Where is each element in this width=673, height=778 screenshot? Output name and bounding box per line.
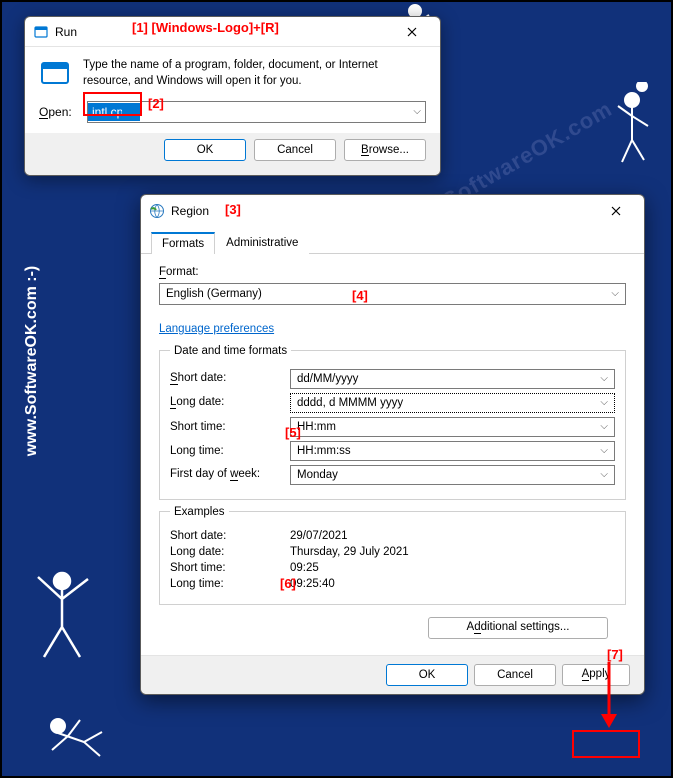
format-label: Format:	[159, 266, 626, 279]
side-watermark: www.SoftwareOK.com :-)	[23, 261, 41, 461]
short-date-label: Short date:	[170, 372, 290, 385]
browse-button[interactable]: Browse...	[344, 139, 426, 161]
close-icon	[611, 206, 621, 216]
chevron-down-icon: ⌵	[600, 445, 608, 456]
annotation-7-box	[572, 730, 640, 758]
chevron-down-icon: ⌵	[600, 421, 608, 432]
examples-fieldset: Examples Short date:29/07/2021 Long date…	[159, 506, 626, 605]
tab-bar: Formats Administrative	[141, 227, 644, 254]
run-button-row: OK Cancel Browse...	[25, 133, 440, 175]
long-time-label: Long time:	[170, 445, 290, 457]
ex-short-time-value: 09:25	[290, 562, 615, 574]
long-date-combobox[interactable]: dddd, d MMMM yyyy⌵	[290, 393, 615, 413]
decorative-figure	[32, 702, 122, 762]
tab-panel-formats: Format: English (Germany) ⌵ Language pre…	[141, 254, 644, 655]
chevron-down-icon: ⌵	[600, 373, 608, 384]
run-body: Type the name of a program, folder, docu…	[25, 47, 440, 97]
long-time-combobox[interactable]: HH:mm:ss⌵	[290, 441, 615, 461]
ex-long-date-value: Thursday, 29 July 2021	[290, 546, 615, 558]
additional-settings-button[interactable]: Additional settings...	[428, 617, 608, 639]
ok-button[interactable]: OK	[164, 139, 246, 161]
close-button[interactable]	[596, 198, 636, 224]
region-dialog-title: Region	[171, 204, 596, 218]
chevron-down-icon: ⌵	[413, 106, 421, 117]
run-body-icon	[39, 57, 73, 91]
ex-short-time-label: Short time:	[170, 562, 290, 574]
short-time-combobox[interactable]: HH:mm⌵	[290, 417, 615, 437]
date-time-formats-fieldset: Date and time formats Short date: dd/MM/…	[159, 345, 626, 500]
close-button[interactable]	[392, 19, 432, 45]
ex-long-time-value: 09:25:40	[290, 578, 615, 590]
language-preferences-link[interactable]: Language preferences	[159, 323, 274, 335]
short-date-combobox[interactable]: dd/MM/yyyy⌵	[290, 369, 615, 389]
first-day-label: First day of week:	[170, 468, 290, 481]
run-dialog: Run Type the name of a program, folder, …	[24, 16, 441, 176]
ok-button[interactable]: OK	[386, 664, 468, 686]
format-combobox[interactable]: English (Germany) ⌵	[159, 283, 626, 305]
close-icon	[407, 27, 417, 37]
decorative-figure	[14, 557, 114, 677]
examples-legend: Examples	[170, 506, 229, 518]
run-titlebar[interactable]: Run	[25, 17, 440, 47]
tab-formats[interactable]: Formats	[151, 232, 215, 254]
region-dialog: Region Formats Administrative Format: En…	[140, 194, 645, 695]
globe-icon	[149, 203, 165, 219]
date-time-formats-legend: Date and time formats	[170, 345, 291, 357]
ex-long-date-label: Long date:	[170, 546, 290, 558]
tab-administrative[interactable]: Administrative	[215, 232, 309, 254]
decorative-figure	[602, 82, 662, 182]
chevron-down-icon: ⌵	[611, 288, 619, 299]
region-footer: OK Cancel Apply	[141, 655, 644, 694]
run-icon	[33, 24, 49, 40]
ex-short-date-value: 29/07/2021	[290, 530, 615, 542]
open-label: Open:	[39, 105, 77, 119]
run-dialog-title: Run	[55, 25, 392, 39]
long-date-label: Long date:	[170, 396, 290, 409]
region-titlebar[interactable]: Region	[141, 195, 644, 227]
cancel-button[interactable]: Cancel	[474, 664, 556, 686]
chevron-down-icon: ⌵	[600, 469, 608, 480]
chevron-down-icon: ⌵	[600, 397, 608, 408]
apply-button[interactable]: Apply	[562, 664, 630, 686]
run-description: Type the name of a program, folder, docu…	[83, 57, 426, 91]
short-time-label: Short time:	[170, 421, 290, 433]
cancel-button[interactable]: Cancel	[254, 139, 336, 161]
format-value: English (Germany)	[166, 288, 262, 300]
first-day-combobox[interactable]: Monday⌵	[290, 465, 615, 485]
open-combobox[interactable]: ⌵	[87, 101, 426, 123]
ex-long-time-label: Long time:	[170, 578, 290, 590]
ex-short-date-label: Short date:	[170, 530, 290, 542]
open-input[interactable]	[88, 103, 140, 121]
